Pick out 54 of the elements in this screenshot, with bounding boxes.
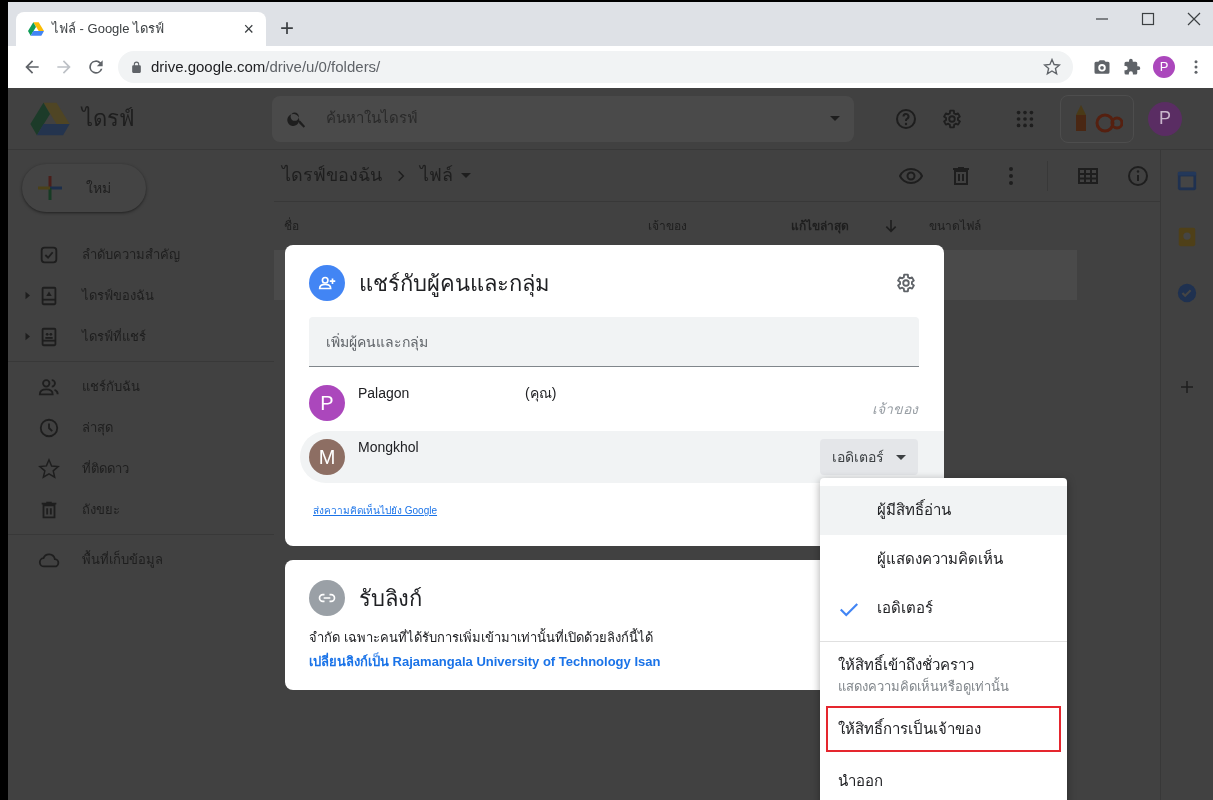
url-text: drive.google.com/drive/u/0/folders/	[151, 56, 382, 77]
calendar-icon[interactable]	[1176, 170, 1198, 192]
profile-avatar[interactable]: P	[1153, 56, 1175, 78]
caret-icon[interactable]	[830, 116, 840, 121]
role-option[interactable]: เอดิเตอร์	[820, 584, 1067, 633]
role-option[interactable]: ผู้มีสิทธิ์อ่าน	[820, 486, 1067, 535]
new-tab-button[interactable]: +	[280, 16, 294, 40]
drive-logo-icon	[28, 21, 44, 37]
tab-title: ไฟล์ - Google ไดรฟ์	[52, 20, 166, 39]
plus-icon	[36, 174, 64, 202]
person-add-icon	[309, 265, 345, 301]
person-avatar: P	[309, 385, 345, 421]
dialog-title: แชร์กับผู้คนและกลุ่ม	[359, 269, 551, 299]
person-avatar: M	[309, 439, 345, 475]
role-option[interactable]: ผู้แสดงความคิดเห็น	[820, 535, 1067, 584]
menu-action[interactable]: ให้สิทธิ์เข้าถึงชั่วคราว แสดงความคิดเห็นหรือดูเท่านั้น	[826, 650, 1061, 700]
settings-icon[interactable]	[894, 271, 918, 295]
add-icon[interactable]	[1178, 378, 1196, 396]
you-label: (คุณ)	[525, 384, 557, 404]
lock-icon	[130, 60, 143, 74]
reload-icon[interactable]	[86, 57, 106, 77]
user-avatar[interactable]: P	[1148, 101, 1182, 136]
role-dropdown[interactable]: เอดิเตอร์	[820, 439, 918, 475]
close-icon[interactable]	[1185, 10, 1203, 28]
caret-icon[interactable]	[461, 173, 471, 178]
help-icon[interactable]	[894, 106, 918, 131]
star-icon	[38, 457, 60, 480]
tasks-icon[interactable]	[1176, 282, 1198, 304]
maximize-icon[interactable]	[1139, 10, 1157, 28]
person-name: Palagon	[358, 384, 411, 403]
expand-triangle-icon[interactable]	[24, 331, 30, 342]
menu-action[interactable]: นำออก	[826, 758, 1061, 800]
people-input-field[interactable]: เพิ่มผู้คนและกลุ่ม	[309, 317, 919, 367]
dialog-title: รับลิงก์	[359, 584, 422, 613]
extensions-icon[interactable]	[1123, 58, 1141, 76]
drive-logo-icon	[30, 100, 70, 137]
person-name: Mongkhol	[358, 438, 420, 457]
menu-action[interactable]: ให้สิทธิ์การเป็นเจ้าของ	[826, 706, 1061, 752]
owner-role: เจ้าของ	[872, 399, 918, 419]
bookmark-star-icon[interactable]	[1043, 58, 1061, 76]
expand-triangle-icon[interactable]	[24, 290, 30, 301]
info-icon[interactable]	[1126, 163, 1150, 188]
sort-arrow-icon[interactable]	[883, 218, 899, 234]
feedback-link[interactable]: ส่งความคิดเห็นไปยัง Google	[313, 503, 438, 518]
clock-icon	[38, 416, 60, 439]
note-icon[interactable]	[1176, 226, 1198, 248]
close-icon[interactable]: ×	[243, 20, 254, 38]
caret-icon	[896, 454, 906, 460]
link-description: จำกัด เฉพาะคนที่ได้รับการเพิ่มเข้ามาเท่านั้นที่เปิดด้วยลิงก์นี้ได้	[309, 628, 654, 647]
link-icon	[309, 580, 345, 616]
address-bar[interactable]: drive.google.com/drive/u/0/folders/	[118, 51, 1073, 83]
camera-icon[interactable]	[1093, 58, 1111, 76]
browser-tab[interactable]: ไฟล์ - Google ไดรฟ์ ×	[16, 12, 266, 46]
change-link[interactable]: เปลี่ยนลิงก์เป็น Rajamangala University of Technology Isan	[309, 651, 661, 671]
